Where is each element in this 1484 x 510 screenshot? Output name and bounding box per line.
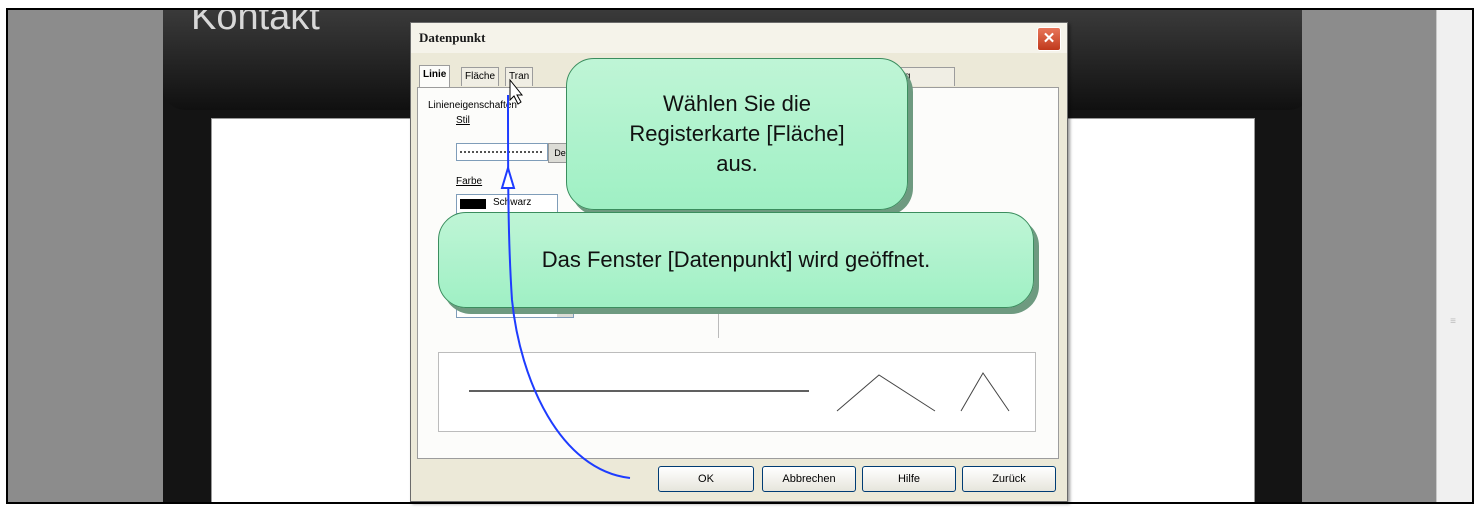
- tab-flaeche[interactable]: Fläche: [461, 67, 500, 86]
- ok-button[interactable]: OK: [658, 466, 754, 492]
- back-button[interactable]: Zurück: [962, 466, 1056, 492]
- style-select[interactable]: [456, 143, 548, 161]
- instruction-callout-line: aus.: [716, 151, 758, 176]
- dialog-titlebar: Datenpunkt ✕: [411, 23, 1067, 53]
- line-preview: [438, 352, 1036, 432]
- instruction-callout: Wählen Sie die Registerkarte [Fläche] aus.: [566, 58, 908, 210]
- cancel-button[interactable]: Abbrechen: [762, 466, 856, 492]
- info-callout: Das Fenster [Datenpunkt] wird geöffnet.: [438, 212, 1034, 308]
- line-properties-label: Linieneigenschaften: [428, 100, 517, 111]
- help-button[interactable]: Hilfe: [862, 466, 956, 492]
- right-panel: [1302, 10, 1437, 502]
- preview-graphic: [469, 372, 1010, 412]
- color-label: Farbe: [456, 176, 483, 187]
- color-select[interactable]: Schwarz: [456, 194, 558, 214]
- tab-transparenz[interactable]: Tran: [505, 67, 534, 86]
- preview-narrow-angle: [960, 372, 1010, 412]
- left-panel: [8, 10, 163, 502]
- color-swatch: [460, 199, 486, 209]
- scroll-grip-icon[interactable]: ≡: [1447, 316, 1459, 328]
- vertical-scrollbar[interactable]: ≡: [1436, 10, 1472, 502]
- color-value: Schwarz: [493, 197, 532, 208]
- instruction-callout-line: Wählen Sie die: [663, 91, 811, 116]
- instruction-callout-line: Registerkarte [Fläche]: [629, 121, 845, 146]
- dialog-title: Datenpunkt: [419, 30, 486, 45]
- preview-wide-angle: [836, 374, 936, 412]
- dashed-line-preview: [460, 151, 542, 153]
- close-icon[interactable]: ✕: [1037, 27, 1061, 51]
- style-label: Stil: [456, 115, 470, 126]
- slide-title: Kontakt: [191, 8, 320, 38]
- tab-linie[interactable]: Linie: [419, 65, 451, 87]
